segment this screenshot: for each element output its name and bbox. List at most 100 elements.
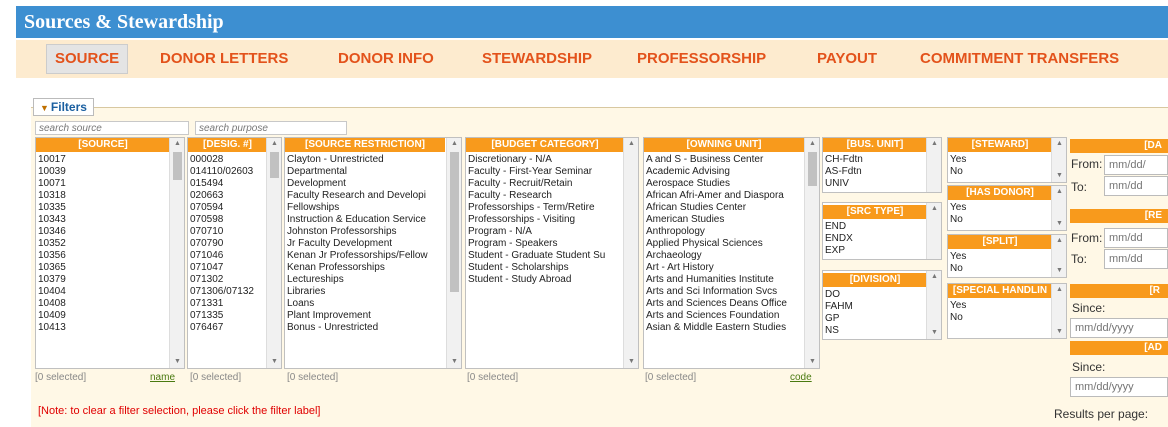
scrollbar[interactable]: ▲ ▼ — [1051, 186, 1066, 230]
scrollbar[interactable]: ▲ ▼ — [623, 138, 638, 368]
restriction-header[interactable]: [SOURCE RESTRICTION] — [285, 138, 445, 152]
search-purpose-input[interactable] — [195, 121, 347, 135]
list-item[interactable]: 000028 — [188, 154, 254, 166]
date-to-input[interactable] — [1104, 176, 1168, 196]
list-item[interactable]: 10404 — [36, 286, 66, 298]
scroll-up-icon[interactable]: ▲ — [447, 139, 461, 149]
list-item[interactable]: FAHM — [823, 301, 853, 313]
list-item[interactable]: Student - Study Abroad — [466, 274, 624, 286]
list-item[interactable]: 071335 — [188, 310, 254, 322]
list-item[interactable]: 10409 — [36, 310, 66, 322]
source-sort-name-link[interactable]: name — [150, 372, 175, 383]
list-item[interactable]: 014110/02603 — [188, 166, 254, 178]
list-item[interactable]: Faculty Research and Developi — [285, 190, 445, 202]
scroll-thumb[interactable] — [270, 152, 279, 178]
scroll-down-icon[interactable]: ▼ — [624, 357, 638, 367]
bus-unit-header[interactable]: [BUS. UNIT] — [823, 138, 927, 152]
list-item[interactable]: Archaeology — [644, 250, 804, 262]
split-list[interactable]: [SPLIT] Yes No ▲ ▼ — [947, 234, 1067, 278]
list-item[interactable]: EXP — [823, 245, 853, 257]
list-item[interactable]: 10379 — [36, 274, 66, 286]
received-from-input[interactable] — [1104, 228, 1168, 248]
scroll-down-icon[interactable]: ▼ — [1052, 266, 1066, 276]
list-item[interactable]: 10318 — [36, 190, 66, 202]
list-item[interactable]: Student - Scholarships — [466, 262, 624, 274]
list-item[interactable]: Development — [285, 178, 445, 190]
scroll-up-icon[interactable]: ▲ — [927, 204, 941, 214]
list-item[interactable]: Professorships - Term/Retire — [466, 202, 624, 214]
since-input[interactable] — [1070, 318, 1168, 338]
list-item[interactable]: Departmental — [285, 166, 445, 178]
date-from-input[interactable] — [1104, 155, 1168, 175]
list-item[interactable]: AS-Fdtn — [823, 166, 863, 178]
list-item[interactable]: African Studies Center — [644, 202, 804, 214]
desig-header[interactable]: [DESIG. #] — [188, 138, 267, 152]
list-item[interactable]: 070790 — [188, 238, 254, 250]
list-item[interactable]: 10017 — [36, 154, 66, 166]
list-item[interactable]: Kenan Professorships — [285, 262, 445, 274]
list-item[interactable]: 10346 — [36, 226, 66, 238]
list-item[interactable]: 071046 — [188, 250, 254, 262]
list-item[interactable]: Bonus - Unrestricted — [285, 322, 445, 334]
list-item[interactable]: Professorships - Visiting — [466, 214, 624, 226]
scroll-thumb[interactable] — [173, 152, 182, 180]
division-header[interactable]: [DIVISION] — [823, 273, 927, 287]
ad-filter-header[interactable]: [AD — [1070, 341, 1168, 355]
list-item[interactable]: Yes — [948, 154, 966, 166]
scrollbar[interactable]: ▲ ▼ — [1051, 235, 1066, 277]
list-item[interactable]: END — [823, 221, 853, 233]
list-item[interactable]: No — [948, 214, 966, 226]
list-item[interactable]: Applied Physical Sciences — [644, 238, 804, 250]
list-item[interactable]: Yes — [948, 300, 966, 312]
split-header[interactable]: [SPLIT] — [948, 235, 1052, 249]
list-item[interactable]: No — [948, 312, 966, 324]
list-item[interactable]: Program - Speakers — [466, 238, 624, 250]
scrollbar[interactable]: ▲ ▼ — [446, 138, 461, 368]
list-item[interactable]: Anthropology — [644, 226, 804, 238]
scroll-up-icon[interactable]: ▲ — [805, 139, 819, 149]
scroll-up-icon[interactable]: ▲ — [267, 139, 281, 149]
src-type-list[interactable]: [SRC TYPE] END ENDX EXP ▲ — [822, 202, 942, 260]
scrollbar[interactable]: ▲ ▼ — [926, 271, 941, 339]
list-item[interactable]: Arts and Humanities Institute — [644, 274, 804, 286]
scroll-down-icon[interactable]: ▼ — [1052, 219, 1066, 229]
filters-toggle[interactable]: ▼ Filters — [33, 98, 94, 116]
special-handling-list[interactable]: [SPECIAL HANDLIN Yes No ▲ ▼ — [947, 283, 1067, 339]
has-donor-list[interactable]: [HAS DONOR] Yes No ▲ ▼ — [947, 185, 1067, 231]
scroll-thumb[interactable] — [808, 152, 817, 186]
list-item[interactable]: Johnston Professorships — [285, 226, 445, 238]
list-item[interactable]: No — [948, 263, 966, 275]
list-item[interactable]: Arts and Sciences Deans Office — [644, 298, 804, 310]
scroll-up-icon[interactable]: ▲ — [1052, 187, 1066, 197]
list-item[interactable]: 10356 — [36, 250, 66, 262]
list-item[interactable]: African Afri-Amer and Diaspora — [644, 190, 804, 202]
list-item[interactable]: Student - Graduate Student Su — [466, 250, 624, 262]
list-item[interactable]: DO — [823, 289, 853, 301]
scroll-down-icon[interactable]: ▼ — [927, 328, 941, 338]
has-donor-header[interactable]: [HAS DONOR] — [948, 186, 1052, 200]
list-item[interactable]: Libraries — [285, 286, 445, 298]
list-item[interactable]: 10343 — [36, 214, 66, 226]
list-item[interactable]: 10071 — [36, 178, 66, 190]
tab-donor-info[interactable]: DONOR INFO — [338, 44, 434, 74]
scroll-down-icon[interactable]: ▼ — [267, 357, 281, 367]
list-item[interactable]: Arts and Sci Information Svcs — [644, 286, 804, 298]
list-item[interactable]: 10408 — [36, 298, 66, 310]
list-item[interactable]: Clayton - Unrestricted — [285, 154, 445, 166]
owning-unit-list[interactable]: [OWNING UNIT] A and S - Business Center … — [643, 137, 820, 369]
owning-unit-header[interactable]: [OWNING UNIT] — [644, 138, 804, 152]
list-item[interactable]: 070594 — [188, 202, 254, 214]
list-item[interactable]: UNIV — [823, 178, 863, 190]
tab-source[interactable]: SOURCE — [46, 44, 129, 74]
list-item[interactable]: Kenan Jr Professorships/Fellow — [285, 250, 445, 262]
src-type-header[interactable]: [SRC TYPE] — [823, 205, 927, 219]
list-item[interactable]: Yes — [948, 251, 966, 263]
tab-professorship[interactable]: PROFESSORSHIP — [637, 44, 766, 74]
since-input-2[interactable] — [1070, 377, 1168, 397]
list-item[interactable]: No — [948, 166, 966, 178]
date-filter-header[interactable]: [DA — [1070, 139, 1168, 153]
list-item[interactable]: Faculty - Recruit/Retain — [466, 178, 624, 190]
list-item[interactable]: CH-Fdtn — [823, 154, 863, 166]
list-item[interactable]: 071331 — [188, 298, 254, 310]
scroll-up-icon[interactable]: ▲ — [170, 139, 184, 149]
